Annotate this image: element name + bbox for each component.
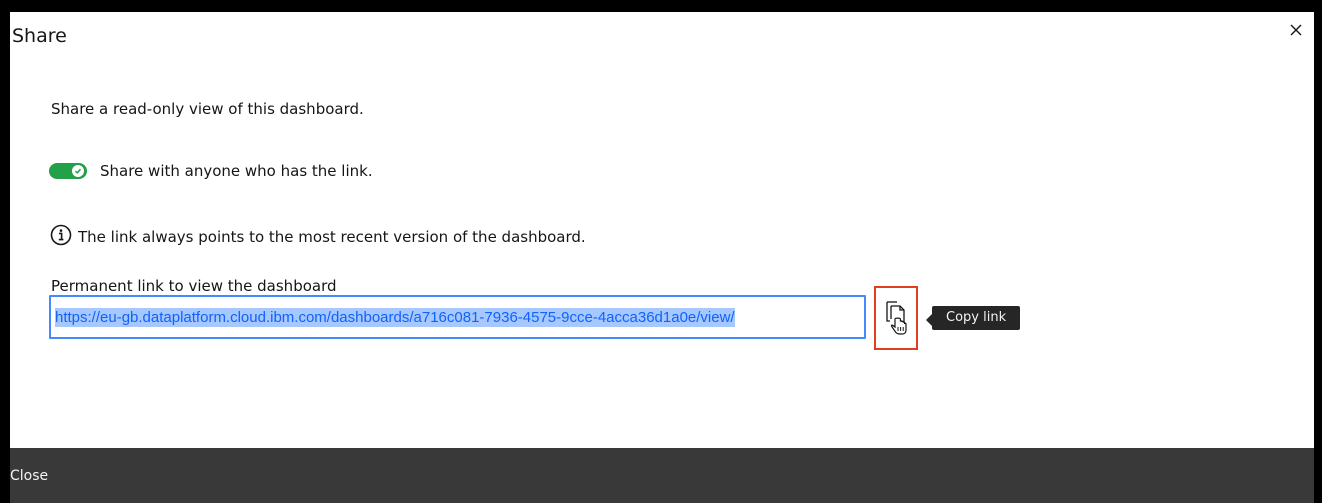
- link-field-label: Permanent link to view the dashboard: [51, 277, 337, 295]
- info-notice: The link always points to the most recen…: [50, 224, 586, 250]
- toggle-knob: [72, 165, 84, 177]
- permanent-link-value: https://eu-gb.dataplatform.cloud.ibm.com…: [55, 307, 735, 327]
- share-toggle[interactable]: [49, 163, 87, 179]
- checkmark-icon: [75, 168, 82, 174]
- share-dialog: Share Share a read-only view of this das…: [10, 12, 1314, 503]
- info-icon: [50, 224, 72, 250]
- info-text: The link always points to the most recen…: [78, 228, 586, 246]
- copy-link-button[interactable]: [874, 286, 918, 350]
- close-icon[interactable]: [1288, 22, 1304, 38]
- share-toggle-label: Share with anyone who has the link.: [100, 162, 373, 180]
- dialog-footer: Close: [10, 448, 1314, 503]
- permanent-link-input[interactable]: https://eu-gb.dataplatform.cloud.ibm.com…: [49, 295, 866, 339]
- share-toggle-row: Share with anyone who has the link.: [49, 162, 373, 180]
- intro-text: Share a read-only view of this dashboard…: [51, 100, 364, 118]
- copy-link-tooltip: Copy link: [925, 306, 1021, 330]
- dialog-title: Share: [12, 25, 67, 47]
- copy-icon: [886, 301, 907, 335]
- close-button[interactable]: Close: [10, 448, 130, 503]
